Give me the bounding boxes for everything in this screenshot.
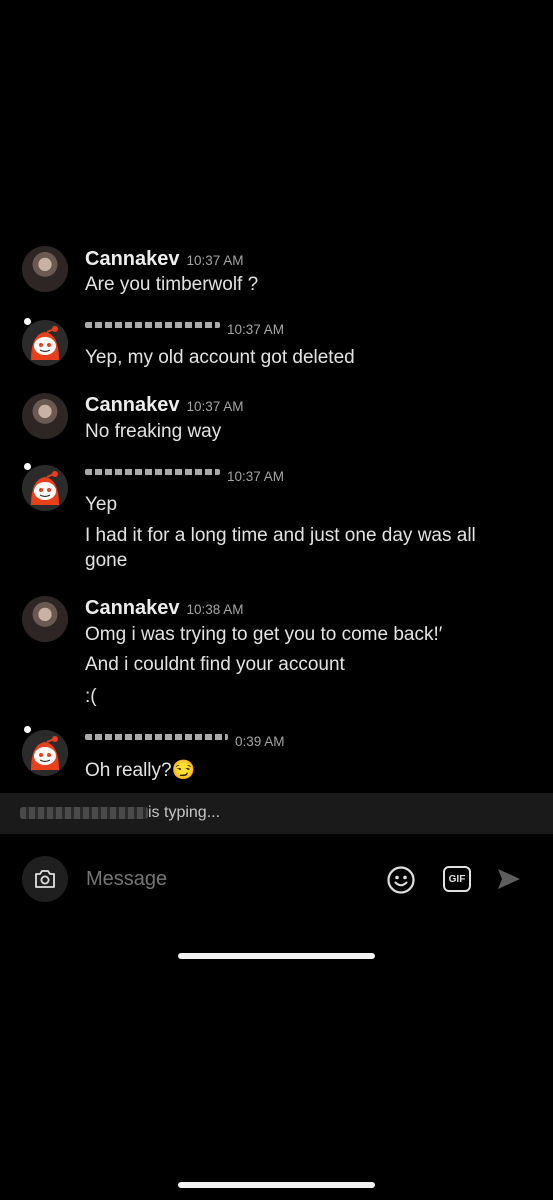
- snoo-icon: [22, 730, 68, 776]
- timestamp: 10:37 AM: [227, 322, 285, 337]
- typing-user-redacted: [20, 807, 148, 819]
- timestamp: 0:39 AM: [235, 734, 285, 749]
- message-text: I had it for a long time and just one da…: [85, 525, 476, 546]
- message-text: No freaking way: [85, 421, 222, 442]
- message-text: :(: [85, 686, 97, 707]
- snoo-icon: [22, 465, 68, 511]
- message-text: Yep: [85, 494, 118, 515]
- home-indicator: [178, 1182, 375, 1188]
- gif-button[interactable]: GIF: [443, 866, 471, 892]
- message-text: Omg i was trying to get you to come back…: [85, 624, 443, 645]
- sender-name[interactable]: Cannakev: [85, 597, 180, 620]
- avatar[interactable]: [22, 730, 68, 776]
- avatar[interactable]: [22, 465, 68, 511]
- chat-screen: Cannakev 10:37 AM Are you timberwolf ? 1…: [0, 0, 553, 972]
- snoo-icon: [22, 320, 68, 366]
- camera-button[interactable]: [22, 856, 68, 902]
- avatar[interactable]: [22, 596, 68, 642]
- typing-text: is typing...: [148, 804, 221, 821]
- home-indicator: [178, 953, 375, 959]
- message-composer: GIF: [0, 856, 553, 904]
- avatar[interactable]: [22, 320, 68, 366]
- lower-screen: [0, 972, 553, 1200]
- timestamp: 10:37 AM: [186, 253, 244, 268]
- timestamp: 10:37 AM: [186, 399, 244, 414]
- message-text: Yep, my old account got deleted: [85, 347, 355, 368]
- message-text: gone: [85, 550, 128, 571]
- timestamp: 10:37 AM: [227, 469, 285, 484]
- typing-indicator: is typing...: [0, 793, 553, 834]
- message-text: Are you timberwolf ?: [85, 274, 259, 295]
- send-icon: [498, 869, 520, 889]
- gif-icon: GIF: [448, 873, 466, 885]
- online-indicator: [24, 726, 31, 733]
- emoji-icon: [387, 866, 415, 894]
- message-text: And i couldnt find your account: [85, 654, 345, 675]
- sender-name-redacted[interactable]: [85, 734, 228, 740]
- sender-name[interactable]: Cannakev: [85, 248, 180, 271]
- emoji-button[interactable]: [386, 865, 416, 895]
- sender-name-redacted[interactable]: [85, 322, 220, 328]
- avatar[interactable]: [22, 393, 68, 439]
- send-button[interactable]: [496, 867, 522, 891]
- sender-name[interactable]: Cannakev: [85, 394, 180, 417]
- camera-icon: [35, 870, 55, 888]
- message-input[interactable]: [86, 868, 366, 891]
- timestamp: 10:38 AM: [186, 602, 244, 617]
- message-text: Oh really?😏: [85, 760, 196, 781]
- avatar[interactable]: [22, 246, 68, 292]
- sender-name-redacted[interactable]: [85, 469, 220, 475]
